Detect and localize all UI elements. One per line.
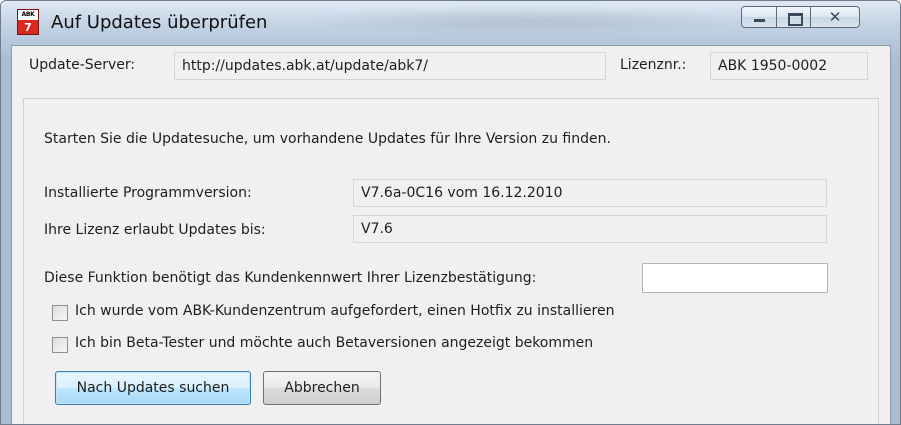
license-until-label: Ihre Lizenz erlaubt Updates bis: <box>44 222 266 238</box>
cancel-button[interactable]: Abbrechen <box>263 371 381 405</box>
installed-version-field: V7.6a-0C16 vom 16.12.2010 <box>353 179 827 207</box>
hotfix-checkbox[interactable] <box>52 305 68 321</box>
window-title: Auf Updates überprüfen <box>51 12 268 33</box>
beta-checkbox-label[interactable]: Ich bin Beta-Tester und möchte auch Beta… <box>75 335 593 351</box>
beta-checkbox[interactable] <box>52 337 68 353</box>
update-server-label: Update-Server: <box>29 57 136 73</box>
kennwert-input[interactable] <box>642 263 828 293</box>
update-dialog-window: ABK 7 Auf Updates überprüfen ✕ Update-Se… <box>0 0 901 425</box>
license-until-field: V7.6 <box>353 215 827 243</box>
search-updates-button[interactable]: Nach Updates suchen <box>55 371 251 405</box>
installed-version-label: Installierte Programmversion: <box>44 185 252 201</box>
maximize-button[interactable] <box>776 6 811 28</box>
license-number-label: Lizenznr.: <box>620 57 687 73</box>
title-bar[interactable]: ABK 7 Auf Updates überprüfen ✕ <box>1 1 900 45</box>
maximize-icon <box>777 7 810 27</box>
close-button[interactable]: ✕ <box>810 6 860 28</box>
kennwert-label: Diese Funktion benötigt das Kundenkennwe… <box>44 270 537 286</box>
intro-text: Starten Sie die Updatesuche, um vorhande… <box>44 131 611 147</box>
close-icon: ✕ <box>828 8 842 26</box>
app-icon-text: ABK <box>18 10 38 20</box>
hotfix-checkbox-label[interactable]: Ich wurde vom ABK-Kundenzentrum aufgefor… <box>75 303 614 319</box>
app-icon-number: 7 <box>24 21 32 34</box>
license-number-field: ABK 1950-0002 <box>710 52 868 80</box>
update-server-field: http://updates.abk.at/update/abk7/ <box>174 52 606 80</box>
abk-app-icon: ABK 7 <box>17 9 39 35</box>
minimize-button[interactable] <box>741 6 777 28</box>
minimize-icon <box>742 7 776 27</box>
